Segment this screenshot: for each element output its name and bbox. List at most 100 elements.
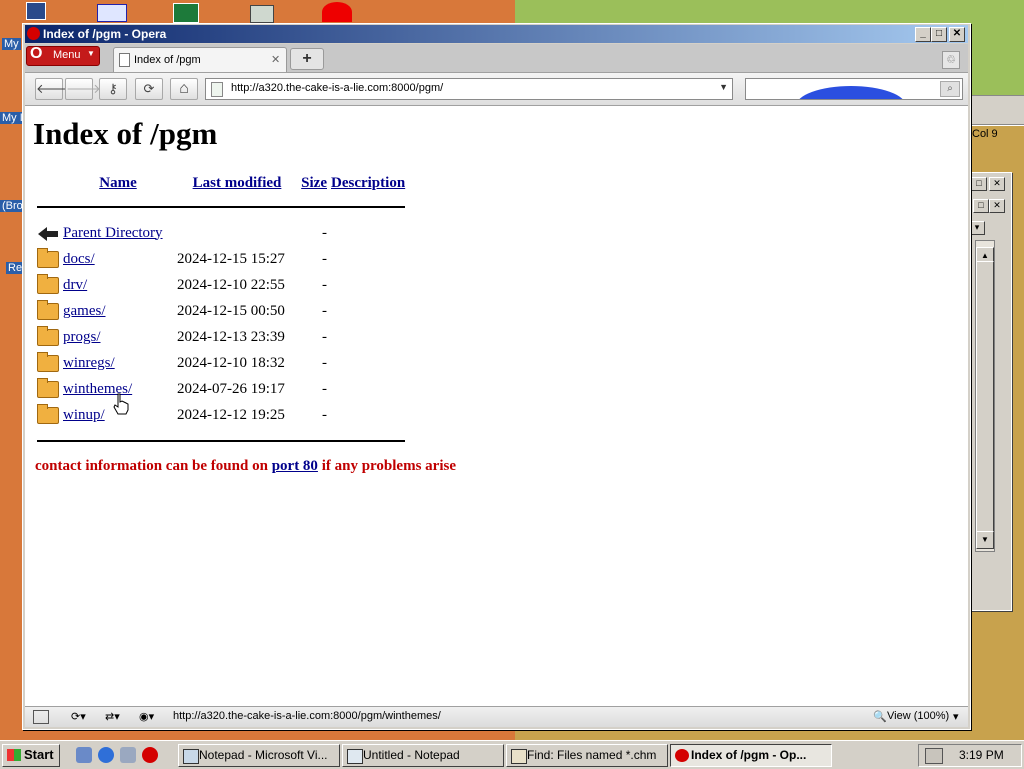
tab-close-icon[interactable]: ✕ <box>271 53 280 66</box>
close-button[interactable]: ✕ <box>949 27 965 42</box>
task-notepad-vi[interactable]: Notepad - Microsoft Vi... <box>178 744 340 767</box>
sort-by-name-link[interactable]: Name <box>99 175 137 191</box>
size-cell: - <box>322 354 327 371</box>
parent-directory-link[interactable]: Parent Directory <box>63 225 163 241</box>
task-label: Notepad - Microsoft Vi... <box>199 748 328 762</box>
folder-icon <box>37 377 59 398</box>
share-icon[interactable]: ⇄▾ <box>105 710 120 723</box>
table-row: docs/ 2024-12-15 15:27 - <box>35 246 407 272</box>
modified-cell: 2024-12-10 22:55 <box>177 276 285 293</box>
port-80-link[interactable]: port 80 <box>272 458 318 474</box>
divider <box>37 440 406 442</box>
bg-maximize-button[interactable]: □ <box>971 177 987 191</box>
folder-icon <box>37 403 59 424</box>
entry-link-drv[interactable]: drv/ <box>63 277 87 293</box>
page-icon <box>211 82 223 97</box>
table-header-row: Name Last modified Size Description <box>35 173 407 194</box>
zoom-icon: 🔍 <box>873 711 887 723</box>
scroll-down-arrow[interactable]: ▼ <box>976 531 994 549</box>
internet-explorer-icon[interactable] <box>98 747 114 763</box>
entry-link-docs[interactable]: docs/ <box>63 251 95 267</box>
bg-inner-restore-button[interactable]: □ <box>973 199 989 213</box>
modified-cell: 2024-12-13 23:39 <box>177 328 285 345</box>
key-icon[interactable]: ⚷ <box>99 78 127 100</box>
entry-link-games[interactable]: games/ <box>63 303 106 319</box>
forward-button[interactable]: 🡒 <box>65 78 101 100</box>
maximize-button[interactable]: □ <box>931 27 947 42</box>
clock[interactable]: 3:19 PM <box>959 748 1004 762</box>
search-field[interactable]: ⌕ <box>745 78 963 100</box>
page-title: Index of /pgm <box>33 116 218 151</box>
quicklaunch-desktop-icon[interactable] <box>76 747 92 763</box>
new-tab-button[interactable]: + <box>290 48 324 70</box>
desktop-label-1: My <box>2 38 21 50</box>
tab-index-of-pgm[interactable]: Index of /pgm ✕ <box>113 47 287 72</box>
desktop-icon-1[interactable] <box>26 2 46 20</box>
page-icon <box>119 53 130 67</box>
modified-cell: 2024-12-12 19:25 <box>177 406 285 423</box>
contact-message: contact information can be found on port… <box>35 458 456 475</box>
opera-window[interactable]: Index of /pgm - Opera _ □ ✕ O Menu ▼ Ind… <box>22 23 971 730</box>
sort-by-description-link[interactable]: Description <box>331 175 405 191</box>
entry-link-winregs[interactable]: winregs/ <box>63 355 115 371</box>
home-button[interactable]: ⌂ <box>170 78 198 100</box>
task-label: Untitled - Notepad <box>363 748 460 762</box>
tab-bar: O Menu ▼ Index of /pgm ✕ + ♲ <box>25 44 968 73</box>
zoom-level[interactable]: View (100%) <box>887 710 949 722</box>
folder-icon <box>37 351 59 372</box>
turbo-icon[interactable]: ◉▾ <box>139 710 154 723</box>
opera-menu-button[interactable]: O Menu ▼ <box>26 45 100 66</box>
back-button[interactable]: 🡐 <box>35 78 71 100</box>
table-row: drv/ 2024-12-10 22:55 - <box>35 272 407 298</box>
divider <box>37 206 406 208</box>
system-tray: 3:19 PM <box>918 744 1022 767</box>
search-icon[interactable]: ⌕ <box>940 81 960 97</box>
size-cell: - <box>322 328 327 345</box>
bg-inner-close-button[interactable]: ✕ <box>989 199 1005 213</box>
bg-close-button[interactable]: ✕ <box>989 177 1005 191</box>
opera-desktop-icon[interactable] <box>322 2 352 22</box>
task-opera[interactable]: Index of /pgm - Op... <box>670 744 832 767</box>
desktop-icon-4[interactable] <box>250 5 274 23</box>
opera-o-icon: O <box>30 45 43 62</box>
tray-icon[interactable] <box>925 748 943 764</box>
trash-icon[interactable]: ♲ <box>942 51 960 69</box>
sync-icon[interactable]: ⟳▾ <box>71 710 86 723</box>
chevron-down-icon[interactable]: ▼ <box>719 82 728 92</box>
task-find-files[interactable]: Find: Files named *.chm <box>506 744 668 767</box>
size-cell: - <box>322 224 327 241</box>
background-scrollbar[interactable]: ▲ ▼ <box>975 240 995 552</box>
minimize-button[interactable]: _ <box>915 27 931 42</box>
start-button[interactable]: Start <box>2 744 60 767</box>
quicklaunch-app-icon[interactable] <box>120 747 136 763</box>
size-cell: - <box>322 302 327 319</box>
notepad-icon <box>347 749 363 764</box>
size-cell: - <box>322 276 327 293</box>
size-cell: - <box>322 406 327 423</box>
task-untitled-notepad[interactable]: Untitled - Notepad <box>342 744 504 767</box>
folder-icon <box>37 299 59 320</box>
sort-by-size-link[interactable]: Size <box>301 175 327 191</box>
modified-cell: 2024-12-15 15:27 <box>177 250 285 267</box>
scroll-thumb[interactable] <box>976 261 994 533</box>
sort-by-modified-link[interactable]: Last modified <box>193 175 282 191</box>
folder-icon <box>37 247 59 268</box>
chevron-down-icon: ▼ <box>87 49 95 58</box>
task-label: Index of /pgm - Op... <box>691 748 807 762</box>
taskbar: Start Notepad - Microsoft Vi... Untitled… <box>0 740 1024 769</box>
page-content: Index of /pgm Name Last modified Size De… <box>25 106 968 706</box>
hover-url-text: http://a320.the-cake-is-a-lie.com:8000/p… <box>173 710 441 722</box>
title-bar[interactable]: Index of /pgm - Opera _ □ ✕ <box>25 25 968 43</box>
opera-quicklaunch-icon[interactable] <box>142 747 158 763</box>
panel-toggle-icon[interactable] <box>33 710 49 724</box>
contact-text-pre: contact information can be found on <box>35 458 272 474</box>
desktop-icon-2[interactable] <box>97 4 127 22</box>
reload-button[interactable]: ⟳ <box>135 78 163 100</box>
address-bar[interactable]: http://a320.the-cake-is-a-lie.com:8000/p… <box>205 78 733 100</box>
entry-link-progs[interactable]: progs/ <box>63 329 101 345</box>
bg-dropdown-arrow[interactable]: ▾ <box>969 221 985 235</box>
chevron-down-icon[interactable]: ▾ <box>953 710 959 723</box>
entry-link-winup[interactable]: winup/ <box>63 407 105 423</box>
excel-icon[interactable] <box>173 3 199 23</box>
hand-cursor-icon <box>113 393 129 415</box>
